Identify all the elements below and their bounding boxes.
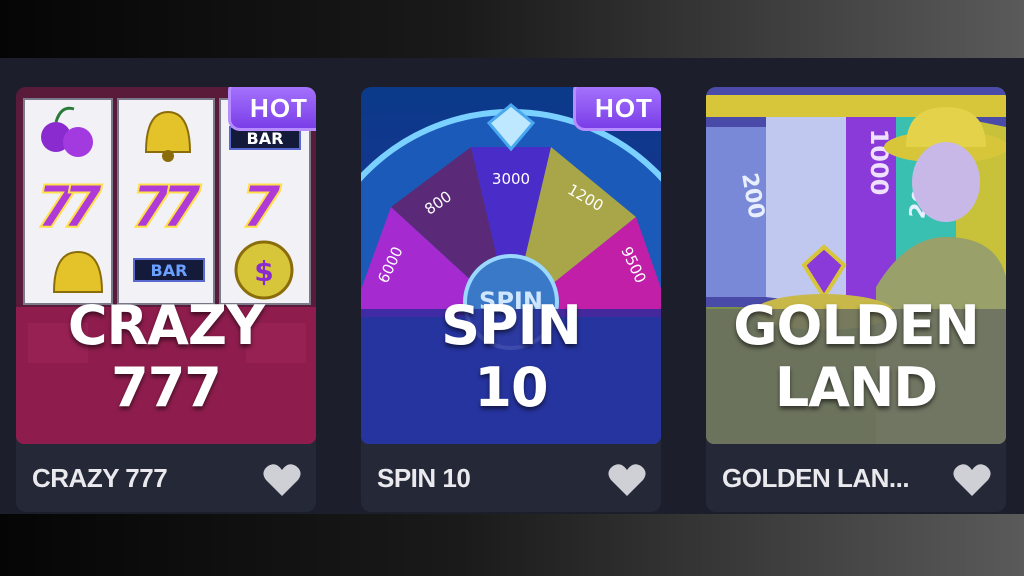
game-thumbnail[interactable]: BAR 7 7 7 7 7 BAR $ CRAZY 777 — [16, 87, 316, 444]
game-caption[interactable]: GOLDEN LAN... — [722, 463, 910, 494]
coin-symbol: $ — [254, 255, 273, 288]
art-title-line1: GOLDEN — [733, 294, 980, 357]
top-band — [0, 0, 1024, 58]
svg-text:7: 7 — [161, 173, 202, 241]
heart-icon[interactable] — [607, 462, 647, 498]
art-title-line2: 777 — [111, 356, 222, 419]
svg-text:7: 7 — [62, 173, 103, 241]
art-title-line2: 10 — [474, 356, 548, 419]
hot-badge: HOT — [573, 87, 661, 131]
game-card-spin-10[interactable]: 3000 1200 9500 800 6000 SPIN SPIN 10 HOT… — [361, 87, 661, 512]
game-art-title: GOLDEN LAND — [706, 295, 1006, 419]
hot-badge: HOT — [228, 87, 316, 131]
art-title-line2: LAND — [774, 356, 938, 419]
bar-symbol-bottom: BAR — [151, 261, 188, 280]
bottom-band — [0, 514, 1024, 576]
wheel-value: 3000 — [492, 170, 530, 188]
heart-icon[interactable] — [952, 462, 992, 498]
game-art-title: SPIN 10 — [361, 295, 661, 419]
art-title-line1: CRAZY — [67, 294, 265, 357]
art-title-line1: SPIN — [441, 294, 582, 357]
game-art-title: CRAZY 777 — [16, 295, 316, 419]
game-caption[interactable]: CRAZY 777 — [32, 463, 168, 494]
game-caption[interactable]: SPIN 10 — [377, 463, 471, 494]
game-thumbnail[interactable]: 1000 200 200 GOLDEN LAND — [706, 87, 1006, 444]
game-thumbnail[interactable]: 3000 1200 9500 800 6000 SPIN SPIN 10 — [361, 87, 661, 444]
wheel-value: 1000 — [865, 129, 893, 196]
heart-icon[interactable] — [262, 462, 302, 498]
game-card-golden-land[interactable]: 1000 200 200 GOLDEN LAND GOLDEN LAN... — [706, 87, 1006, 512]
game-card-crazy-777[interactable]: BAR 7 7 7 7 7 BAR $ CRAZY 777 HOT CRAZY … — [16, 87, 316, 512]
svg-text:7: 7 — [241, 173, 282, 241]
